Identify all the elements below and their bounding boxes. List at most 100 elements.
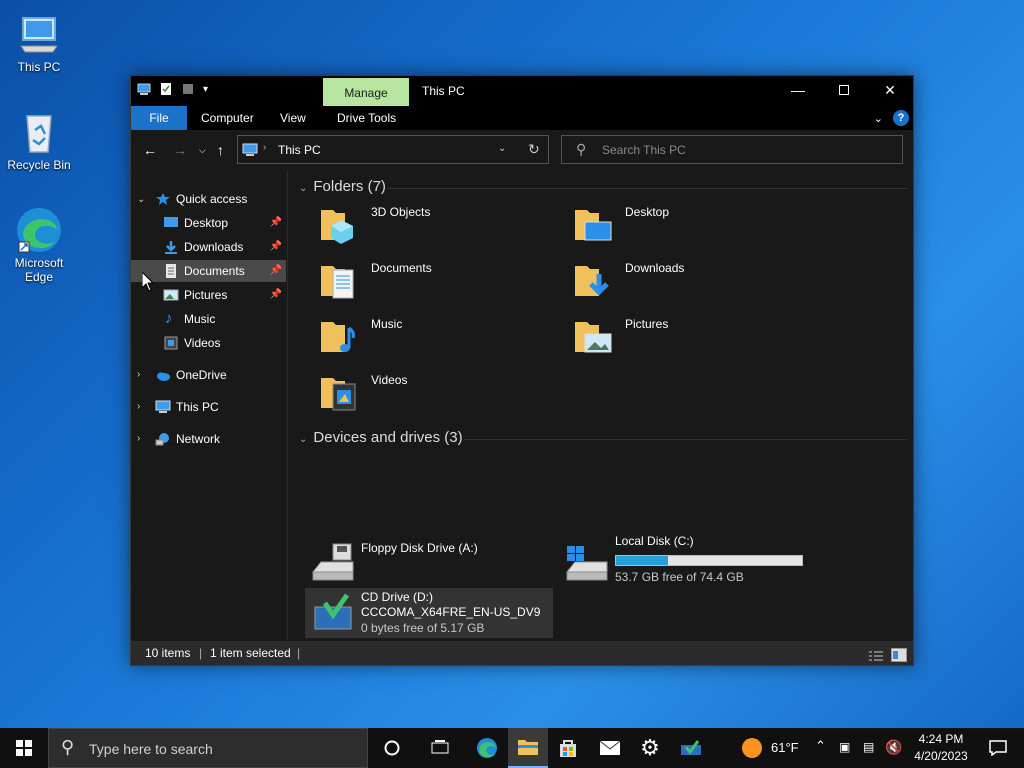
folder-item-documents[interactable]: Documents bbox=[309, 256, 549, 306]
desktop-icon-this-pc[interactable]: This PC bbox=[4, 10, 74, 74]
folder-item-downloads[interactable]: Downloads bbox=[563, 256, 803, 306]
address-dropdown-icon[interactable]: ⌄ bbox=[498, 143, 506, 154]
meet-now-icon[interactable]: ▣ bbox=[839, 740, 850, 754]
sidebar-item-desktop[interactable]: Desktop 📌 bbox=[131, 212, 286, 234]
folder-name: Music bbox=[371, 317, 403, 331]
sidebar-item-videos[interactable]: Videos bbox=[131, 332, 286, 354]
details-view-button[interactable] bbox=[869, 647, 883, 671]
tiles-view-icon bbox=[891, 648, 907, 662]
pin-icon: 📌 bbox=[269, 217, 282, 228]
title-bar[interactable]: ▾ Manage This PC — ✕ bbox=[131, 76, 913, 106]
tab-drive-tools[interactable]: Drive Tools bbox=[327, 106, 406, 130]
sidebar-item-documents[interactable]: Documents 📌 bbox=[131, 260, 286, 282]
desktop-icon-edge[interactable]: Microsoft Edge bbox=[4, 206, 74, 284]
sidebar-item-pictures[interactable]: Pictures 📌 bbox=[131, 284, 286, 306]
back-button[interactable]: ← bbox=[143, 142, 157, 158]
close-button[interactable]: ✕ bbox=[867, 76, 913, 104]
weather-temperature: 61°F bbox=[771, 740, 799, 755]
sidebar-item-quick-access[interactable]: ⌄ Quick access bbox=[131, 188, 286, 210]
folder-item-music[interactable]: Music bbox=[309, 312, 549, 362]
help-button[interactable]: ? bbox=[893, 110, 909, 126]
sidebar-item-network[interactable]: › Network bbox=[131, 428, 286, 450]
chevron-right-icon[interactable]: › bbox=[137, 428, 140, 450]
show-hidden-icons-icon[interactable]: ⌃ bbox=[815, 738, 826, 754]
folder-item-pictures[interactable]: Pictures bbox=[563, 312, 803, 362]
sidebar-item-onedrive[interactable]: › OneDrive bbox=[131, 364, 286, 386]
status-separator: | bbox=[297, 646, 301, 660]
drive-item-cd-d[interactable]: CD Drive (D:) CCCOMA_X64FRE_EN-US_DV9 0 … bbox=[305, 588, 553, 638]
refresh-icon[interactable]: ↻ bbox=[528, 141, 540, 158]
this-pc-icon bbox=[137, 83, 151, 95]
mail-icon bbox=[599, 740, 621, 755]
sidebar-item-downloads[interactable]: Downloads 📌 bbox=[131, 236, 286, 258]
windows-logo-icon bbox=[16, 740, 32, 756]
taskbar: ⚲ Type here to search ⚙ 61°F ⌃ ▣ ▤ 🔇 4:2… bbox=[0, 728, 1024, 768]
maximize-button[interactable] bbox=[821, 76, 867, 104]
network-icon[interactable]: ▤ bbox=[863, 740, 874, 754]
up-button[interactable]: ↑ bbox=[217, 142, 224, 158]
search-placeholder: Search This PC bbox=[602, 143, 686, 157]
folder-name: Documents bbox=[371, 261, 432, 275]
drive-usage-bar bbox=[615, 555, 803, 566]
chevron-right-icon[interactable]: › bbox=[137, 396, 140, 418]
tab-computer[interactable]: Computer bbox=[191, 106, 264, 130]
cortana-button[interactable] bbox=[372, 728, 412, 768]
tab-file[interactable]: File bbox=[131, 106, 187, 130]
notification-icon bbox=[989, 740, 1007, 756]
divider bbox=[464, 439, 907, 440]
forward-button[interactable]: → bbox=[173, 142, 187, 158]
chevron-down-icon: ⌄ bbox=[299, 183, 308, 194]
taskbar-edge-button[interactable] bbox=[467, 728, 507, 768]
taskbar-search-box[interactable]: ⚲ Type here to search bbox=[48, 728, 368, 768]
downloads-icon bbox=[165, 241, 177, 254]
drive-item-floppy[interactable]: Floppy Disk Drive (A:) bbox=[305, 537, 553, 587]
tab-manage[interactable]: Manage bbox=[323, 78, 409, 106]
taskbar-app-button[interactable] bbox=[671, 728, 711, 768]
3d-objects-folder-icon bbox=[321, 210, 353, 244]
taskbar-store-button[interactable] bbox=[548, 728, 588, 768]
folders-group-header[interactable]: ⌄ Folders (7) bbox=[299, 178, 386, 195]
breadcrumb-separator-icon: › bbox=[263, 142, 267, 153]
chevron-right-icon[interactable]: › bbox=[137, 364, 140, 386]
sidebar-item-this-pc[interactable]: › This PC bbox=[131, 396, 286, 418]
taskbar-mail-button[interactable] bbox=[590, 728, 630, 768]
action-center-button[interactable] bbox=[978, 728, 1018, 768]
start-button[interactable] bbox=[0, 728, 48, 768]
recent-locations-button[interactable]: ⌵ bbox=[199, 145, 206, 156]
task-view-button[interactable] bbox=[420, 728, 460, 768]
drive-item-local-disk-c[interactable]: Local Disk (C:) 53.7 GB free of 74.4 GB bbox=[559, 534, 807, 587]
desktop-icon-label: Microsoft Edge bbox=[14, 256, 64, 284]
taskbar-file-explorer-button[interactable] bbox=[508, 728, 548, 768]
chevron-down-icon[interactable]: ⌄ bbox=[137, 189, 145, 211]
volume-muted-icon[interactable]: 🔇 bbox=[885, 739, 902, 756]
address-bar[interactable]: › This PC ⌄ ↻ bbox=[237, 135, 549, 164]
expand-ribbon-icon[interactable]: ⌄ bbox=[874, 112, 883, 125]
caption-buttons: — ✕ bbox=[775, 76, 913, 104]
maximize-icon bbox=[839, 85, 849, 95]
taskbar-search-placeholder: Type here to search bbox=[89, 741, 213, 757]
folder-item-videos[interactable]: Videos bbox=[309, 368, 549, 418]
windows-drive-icon bbox=[565, 546, 608, 581]
desktop-folder-icon bbox=[164, 217, 178, 227]
close-icon: ✕ bbox=[884, 81, 896, 98]
search-box[interactable]: ⚲ Search This PC bbox=[561, 135, 903, 164]
taskbar-clock[interactable]: 4:24 PM 4/20/2023 bbox=[910, 731, 972, 765]
floppy-drive-icon bbox=[311, 543, 354, 581]
new-folder-icon[interactable] bbox=[181, 82, 195, 96]
tab-view[interactable]: View bbox=[270, 106, 316, 130]
taskbar-settings-button[interactable]: ⚙ bbox=[630, 728, 670, 768]
customize-qat-icon[interactable]: ▾ bbox=[203, 84, 208, 95]
desktop-icon-label: This PC bbox=[17, 60, 61, 74]
folder-item-desktop[interactable]: Desktop bbox=[563, 200, 803, 250]
properties-icon[interactable] bbox=[159, 82, 173, 96]
folder-item-3d-objects[interactable]: 3D Objects bbox=[309, 200, 549, 250]
sidebar-item-music[interactable]: ♪ Music bbox=[131, 308, 286, 330]
tiles-view-button[interactable] bbox=[891, 646, 907, 670]
desktop-icon-recycle-bin[interactable]: Recycle Bin bbox=[4, 108, 74, 172]
devices-group-header[interactable]: ⌄ Devices and drives (3) bbox=[299, 429, 463, 446]
search-icon: ⚲ bbox=[61, 737, 75, 757]
status-bar: 10 items | 1 item selected | bbox=[131, 641, 913, 665]
sidebar-item-label: OneDrive bbox=[176, 368, 227, 382]
folder-name: Downloads bbox=[625, 261, 685, 275]
minimize-button[interactable]: — bbox=[775, 76, 821, 104]
